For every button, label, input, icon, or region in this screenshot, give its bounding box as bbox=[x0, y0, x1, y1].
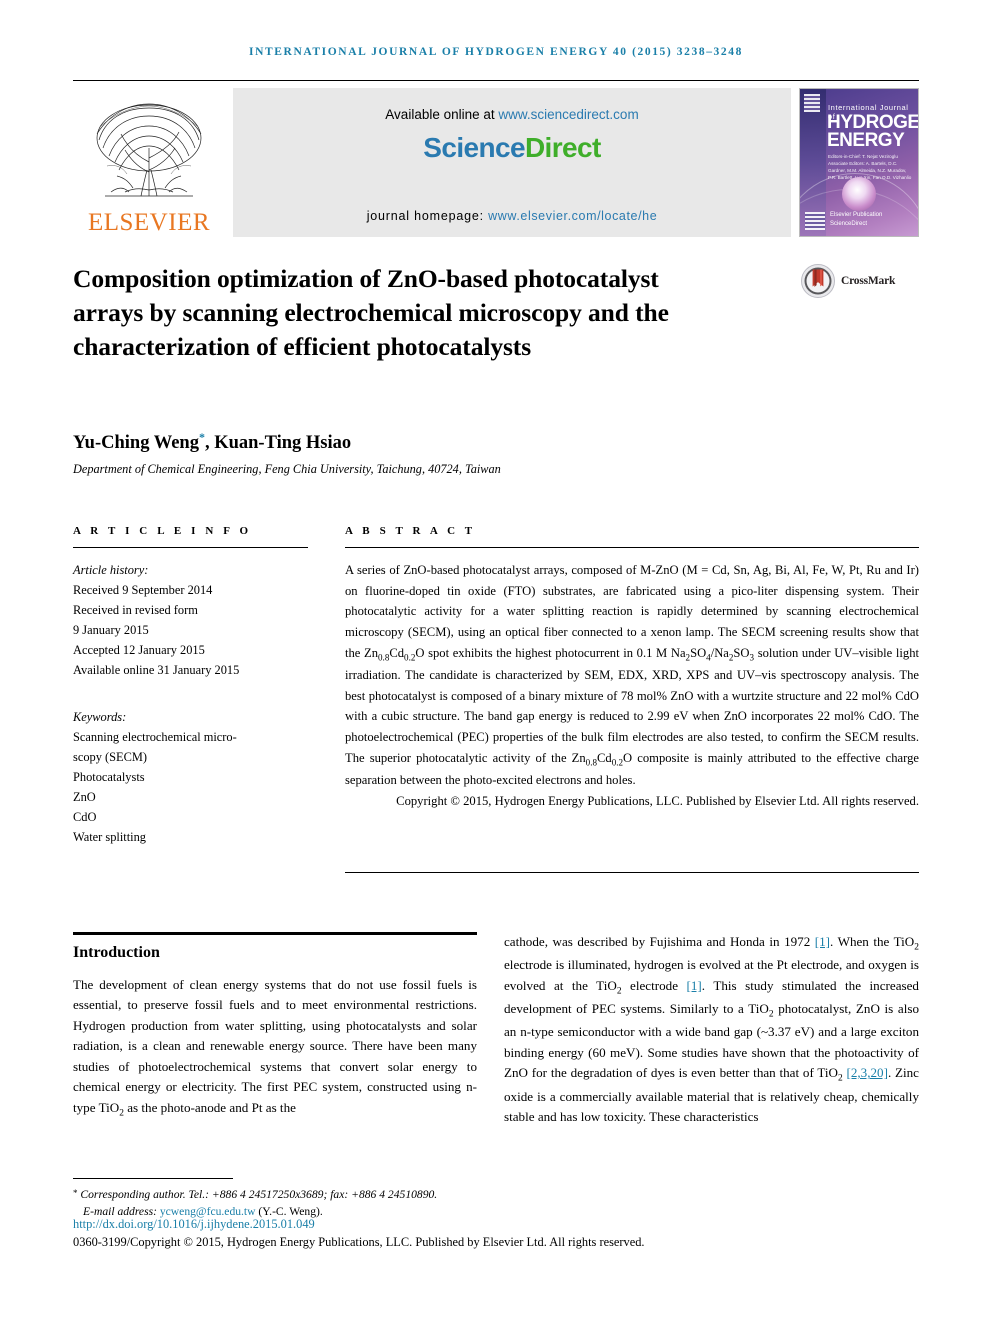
journal-cover-thumbnail[interactable]: International Journal of HYDROGEN ENERGY… bbox=[799, 88, 919, 237]
reference-link[interactable]: [2,3,20] bbox=[846, 1065, 887, 1080]
intro-text-1: The development of clean energy systems … bbox=[73, 977, 477, 1115]
abstract-column: A B S T R A C T A series of ZnO-based ph… bbox=[345, 525, 919, 811]
article-info-heading: A R T I C L E I N F O bbox=[73, 525, 252, 537]
keyword-item: Photocatalysts bbox=[73, 769, 145, 784]
page-title: Composition optimization of ZnO-based ph… bbox=[73, 264, 669, 361]
reference-link[interactable]: [1] bbox=[687, 978, 702, 993]
sciencedirect-logo[interactable]: ScienceDirect bbox=[233, 132, 791, 164]
article-history-item: Available online 31 January 2015 bbox=[73, 663, 240, 678]
author-secondary: , Kuan-Ting Hsiao bbox=[204, 433, 352, 454]
cover-orb-graphic bbox=[842, 177, 876, 211]
footnote-block: * Corresponding author. Tel.: +886 4 245… bbox=[73, 1186, 633, 1220]
author-primary: Yu-Ching Weng bbox=[73, 433, 199, 454]
elsevier-wordmark: ELSEVIER bbox=[87, 209, 211, 236]
crossmark-icon bbox=[801, 264, 835, 298]
intro-text-1b: as the photo-anode and Pt as the bbox=[123, 1099, 296, 1115]
paragraph: The development of clean energy systems … bbox=[73, 975, 477, 1121]
issn-copyright-line: 0360-3199/Copyright © 2015, Hydrogen Ene… bbox=[73, 1235, 645, 1249]
crossmark-label: CrossMark bbox=[841, 275, 896, 287]
formula-sub: 0.2 bbox=[404, 652, 416, 663]
journal-homepage-text: journal homepage: www.elsevier.com/locat… bbox=[233, 209, 791, 223]
keywords-block: Keywords: Scanning electrochemical micro… bbox=[73, 707, 308, 848]
keywords-label: Keywords: bbox=[73, 709, 127, 724]
abstract-text-1b: O spot exhibits the highest photocurrent… bbox=[415, 645, 686, 660]
footnote-star-marker: * bbox=[73, 1188, 78, 1198]
abstract-rule bbox=[345, 547, 919, 548]
available-online-text: Available online at www.sciencedirect.co… bbox=[233, 107, 791, 122]
introduction-right-column: cathode, was described by Fujishima and … bbox=[504, 932, 919, 1127]
header-top-rule bbox=[73, 80, 919, 81]
elsevier-tree-icon bbox=[96, 103, 202, 197]
formula-sub: 0.8 bbox=[585, 757, 597, 768]
article-history-item: Received in revised form bbox=[73, 603, 198, 618]
formula-sub: 2 bbox=[914, 942, 919, 953]
doi-link[interactable]: http://dx.doi.org/10.1016/j.ijhydene.201… bbox=[73, 1217, 315, 1231]
formula-mid: Cd bbox=[389, 645, 405, 660]
keyword-item: Scanning electrochemical micro- bbox=[73, 729, 237, 744]
formula-mid: SO bbox=[733, 645, 750, 660]
paragraph: cathode, was described by Fujishima and … bbox=[504, 932, 919, 1127]
abstract-paragraph: A series of ZnO-based photocatalyst arra… bbox=[345, 560, 919, 791]
abstract-copyright: Copyright © 2015, Hydrogen Energy Public… bbox=[396, 793, 919, 808]
article-info-rule bbox=[73, 547, 308, 548]
cover-publisher-mark-bottom-icon bbox=[805, 212, 825, 230]
cover-publisher-mark-top-icon bbox=[804, 94, 820, 112]
cover-editors: Editors-in-Chief: T. Nejat Veziroglu Ass… bbox=[828, 154, 912, 181]
elsevier-logo: ELSEVIER bbox=[73, 88, 225, 237]
cover-brand-text: Elsevier Publication ScienceDirect bbox=[830, 212, 883, 227]
introduction-heading: Introduction bbox=[73, 944, 160, 961]
introduction-left-column: Introduction The development of clean en… bbox=[73, 932, 477, 1121]
sciencedirect-logo-science: Science bbox=[423, 132, 525, 163]
sciencedirect-banner: Available online at www.sciencedirect.co… bbox=[233, 88, 791, 237]
introduction-left-text: The development of clean energy systems … bbox=[73, 975, 477, 1121]
doi-link-wrapper: http://dx.doi.org/10.1016/j.ijhydene.201… bbox=[73, 1217, 315, 1232]
article-history-item: Received 9 September 2014 bbox=[73, 583, 213, 598]
article-history-label: Article history: bbox=[73, 563, 149, 577]
reference-link[interactable]: [1] bbox=[815, 934, 830, 949]
formula-mid: SO bbox=[690, 645, 707, 660]
abstract-body: A series of ZnO-based photocatalyst arra… bbox=[345, 560, 919, 811]
running-head: INTERNATIONAL JOURNAL OF HYDROGEN ENERGY… bbox=[249, 46, 743, 58]
article-page: INTERNATIONAL JOURNAL OF HYDROGEN ENERGY… bbox=[0, 0, 992, 1323]
formula-mid: Cd bbox=[597, 750, 612, 765]
available-online-label: Available online at bbox=[385, 107, 499, 122]
footnote-rule bbox=[73, 1178, 233, 1179]
article-history-item: Accepted 12 January 2015 bbox=[73, 643, 205, 658]
journal-homepage-label: journal homepage: bbox=[366, 209, 489, 223]
abstract-text-2: solution under UV–visible light irradiat… bbox=[345, 645, 919, 765]
article-info-column: A R T I C L E I N F O Article history: R… bbox=[73, 525, 308, 847]
intro-text-b: . When the TiO bbox=[830, 934, 915, 949]
keyword-item: ZnO bbox=[73, 789, 96, 804]
keyword-item: CdO bbox=[73, 810, 97, 825]
introduction-right-text: cathode, was described by Fujishima and … bbox=[504, 932, 919, 1127]
keyword-item: Water splitting bbox=[73, 830, 146, 845]
journal-header-band: ELSEVIER Available online at www.science… bbox=[73, 88, 919, 237]
author-affiliation: Department of Chemical Engineering, Feng… bbox=[73, 462, 501, 476]
cover-title-line2: ENERGY bbox=[827, 130, 905, 151]
abstract-heading: A B S T R A C T bbox=[345, 525, 476, 537]
sciencedirect-url-link[interactable]: www.sciencedirect.com bbox=[498, 107, 638, 122]
keyword-item: scopy (SECM) bbox=[73, 749, 147, 764]
journal-homepage-link[interactable]: www.elsevier.com/locate/he bbox=[488, 209, 657, 223]
intro-text-d: electrode bbox=[621, 977, 687, 993]
sciencedirect-logo-direct: Direct bbox=[524, 132, 601, 163]
abstract-bottom-rule bbox=[345, 872, 919, 873]
formula-sub: 0.2 bbox=[611, 757, 624, 768]
corresponding-author-note: * Corresponding author. Tel.: +886 4 245… bbox=[73, 1186, 633, 1203]
formula-sub: 2 bbox=[837, 1073, 843, 1084]
crossmark-badge[interactable]: CrossMark bbox=[800, 263, 895, 299]
corresponding-author-text: Corresponding author. Tel.: +886 4 24517… bbox=[80, 1188, 438, 1201]
article-history-block: Article history: Received 9 September 20… bbox=[73, 560, 308, 681]
author-list: Yu-Ching Weng*, Kuan-Ting Hsiao bbox=[73, 430, 773, 454]
article-history-item: 9 January 2015 bbox=[73, 623, 149, 638]
introduction-rule bbox=[73, 932, 477, 935]
formula-sub: 0.8 bbox=[378, 652, 390, 663]
intro-text-a: cathode, was described by Fujishima and … bbox=[504, 934, 815, 949]
formula-mid: /Na bbox=[710, 645, 729, 660]
